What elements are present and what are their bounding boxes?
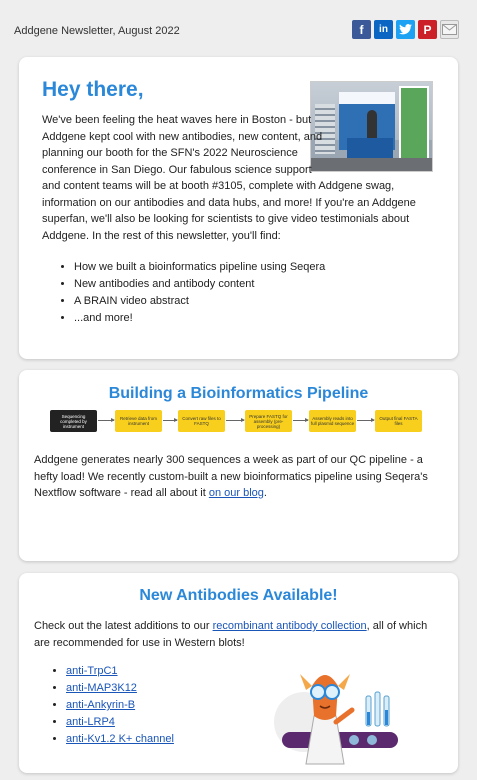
list-item: anti-MAP3K12 <box>66 680 174 697</box>
share-icons: f in P <box>352 20 459 39</box>
list-item: How we built a bioinformatics pipeline u… <box>74 259 325 276</box>
greeting-heading: Hey there, <box>42 78 144 101</box>
antibodies-heading: New Antibodies Available! <box>139 587 338 604</box>
list-item: anti-LRP4 <box>66 714 174 731</box>
arrow-icon <box>357 418 375 422</box>
pipeline-step: Sequencing completed by instrument <box>50 410 97 432</box>
list-item: New antibodies and antibody content <box>74 276 325 293</box>
antibodies-text: Check out the latest additions to our re… <box>34 620 428 649</box>
pinterest-icon[interactable]: P <box>418 20 437 39</box>
pipeline-card: Building a Bioinformatics Pipeline Seque… <box>19 370 458 561</box>
scientist-mascot-illustration <box>274 674 398 765</box>
pipeline-diagram: Sequencing completed by instrument Retri… <box>50 410 425 432</box>
pipeline-step: Convert raw files to FASTQ <box>178 410 225 432</box>
pipeline-step: Retrieve data from instrument <box>115 410 162 432</box>
antibodies-card: New Antibodies Available! Check out the … <box>19 573 458 773</box>
twitter-icon[interactable] <box>396 20 415 39</box>
antibody-link[interactable]: anti-Kv1.2 K+ channel <box>66 733 174 745</box>
linkedin-icon[interactable]: in <box>374 20 393 39</box>
newsletter-header: Addgene Newsletter, August 2022 f in P <box>0 0 477 55</box>
intro-text: We've been feeling the heat waves here i… <box>42 112 442 244</box>
pipeline-step: Output final FASTA files <box>375 410 422 432</box>
antibody-link[interactable]: anti-Ankyrin-B <box>66 699 135 711</box>
pipeline-step: Assembly reads into full plasmid sequenc… <box>309 410 356 432</box>
arrow-icon <box>293 418 309 422</box>
list-item: ...and more! <box>74 310 325 327</box>
facebook-icon[interactable]: f <box>352 20 371 39</box>
list-item: anti-TrpC1 <box>66 663 174 680</box>
list-item: anti-Ankyrin-B <box>66 697 174 714</box>
antibody-list: anti-TrpC1 anti-MAP3K12 anti-Ankyrin-B a… <box>66 663 174 748</box>
pipeline-text: Addgene generates nearly 300 sequences a… <box>34 454 428 499</box>
arrow-icon <box>98 418 115 422</box>
intro-card: Hey there, We've been feeling the heat w… <box>19 57 458 359</box>
antibody-link[interactable]: anti-LRP4 <box>66 716 115 728</box>
list-item: anti-Kv1.2 K+ channel <box>66 731 174 748</box>
email-icon[interactable] <box>440 20 459 39</box>
arrow-icon <box>226 418 245 422</box>
antibody-link[interactable]: anti-MAP3K12 <box>66 682 137 694</box>
intro-list: How we built a bioinformatics pipeline u… <box>74 259 325 327</box>
newsletter-title: Addgene Newsletter, August 2022 <box>14 25 180 37</box>
arrow-icon <box>163 418 178 422</box>
pipeline-heading: Building a Bioinformatics Pipeline <box>108 385 369 402</box>
blog-link[interactable]: on our blog <box>209 487 264 499</box>
pipeline-step: Prepare FASTQ for assembly (pre-processi… <box>245 410 292 432</box>
list-item: A BRAIN video abstract <box>74 293 325 310</box>
antibody-link[interactable]: anti-TrpC1 <box>66 665 118 677</box>
antibody-collection-link[interactable]: recombinant antibody collection <box>213 620 367 632</box>
